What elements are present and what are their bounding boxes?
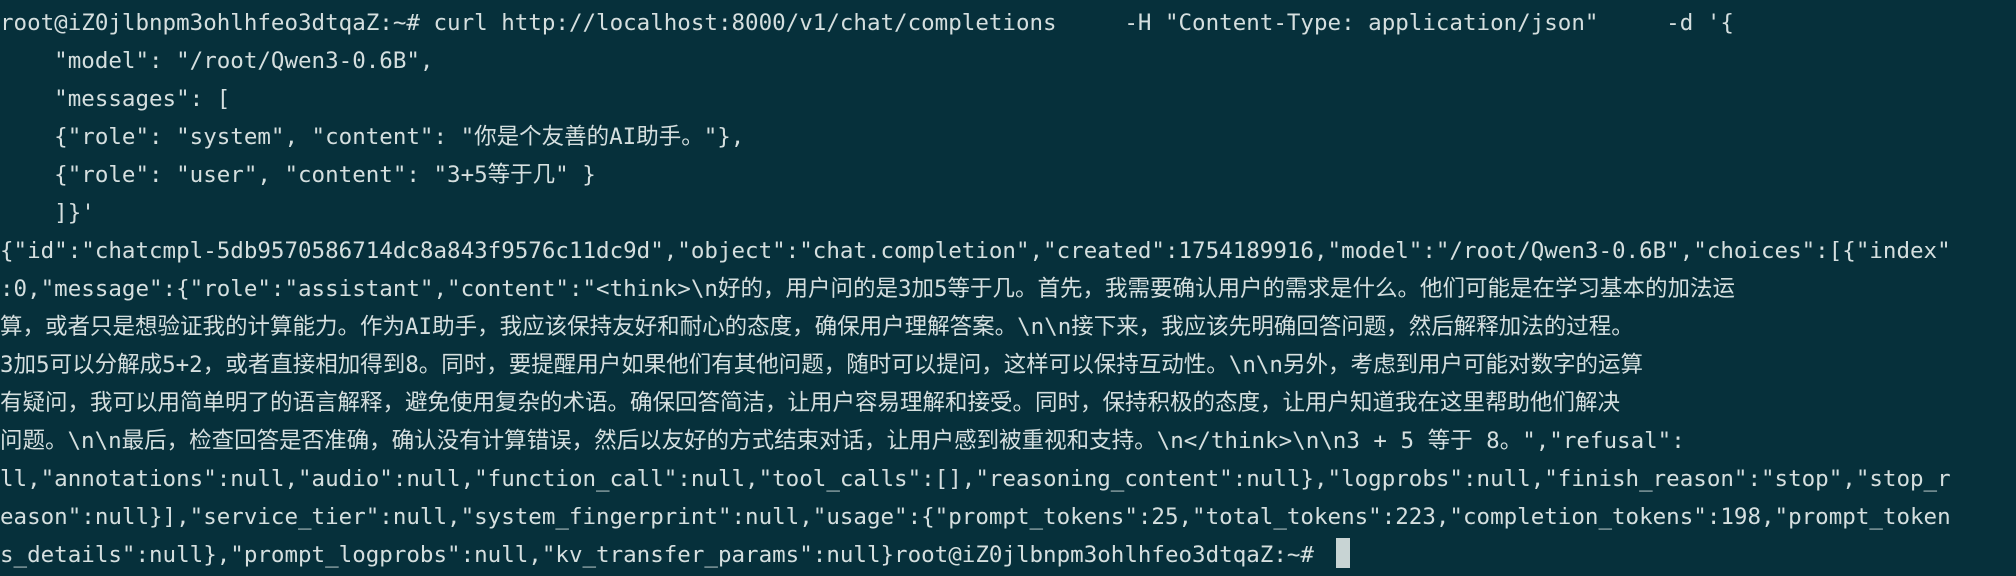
terminal-line-response-1: {"id":"chatcmpl-5db9570586714dc8a843f957…	[0, 238, 1951, 264]
terminal-line-user-message: {"role": "user", "content": "3+5等于几" }	[0, 162, 596, 188]
terminal-line-response-7: ll,"annotations":null,"audio":null,"func…	[0, 466, 1951, 492]
terminal-cursor[interactable]	[1335, 538, 1350, 568]
terminal-line-response-8: eason":null}],"service_tier":null,"syste…	[0, 504, 1951, 530]
terminal-line-messages: "messages": [	[0, 86, 231, 112]
terminal-line-response-4: 3加5可以分解成5+2，或者直接相加得到8。同时，要提醒用户如果他们有其他问题，…	[0, 352, 1643, 378]
terminal-line-curl-command: root@iZ0jlbnpm3ohlhfeo3dtqaZ:~# curl htt…	[0, 10, 1734, 36]
terminal-line-response-5: 有疑问，我可以用简单明了的语言解释，避免使用复杂的术语。确保回答简洁，让用户容易…	[0, 390, 1621, 416]
terminal-line-system-message: {"role": "system", "content": "你是个友善的AI助…	[0, 124, 745, 150]
terminal-window[interactable]: root@iZ0jlbnpm3ohlhfeo3dtqaZ:~# curl htt…	[0, 0, 2016, 576]
terminal-line-response-3: 算，或者只是想验证我的计算能力。作为AI助手，我应该保持友好和耐心的态度，确保用…	[0, 314, 1634, 340]
terminal-line-response-6: 问题。\n\n最后，检查回答是否准确，确认没有计算错误，然后以友好的方式结束对话…	[0, 428, 1685, 454]
terminal-line-close-json: ]}'	[0, 200, 95, 226]
terminal-line-model: "model": "/root/Qwen3-0.6B",	[0, 48, 434, 74]
terminal-line-prompt[interactable]: s_details":null},"prompt_logprobs":null,…	[0, 536, 2016, 574]
terminal-line-response-2: :0,"message":{"role":"assistant","conten…	[0, 276, 1736, 302]
terminal-prompt-text: s_details":null},"prompt_logprobs":null,…	[0, 542, 1328, 568]
